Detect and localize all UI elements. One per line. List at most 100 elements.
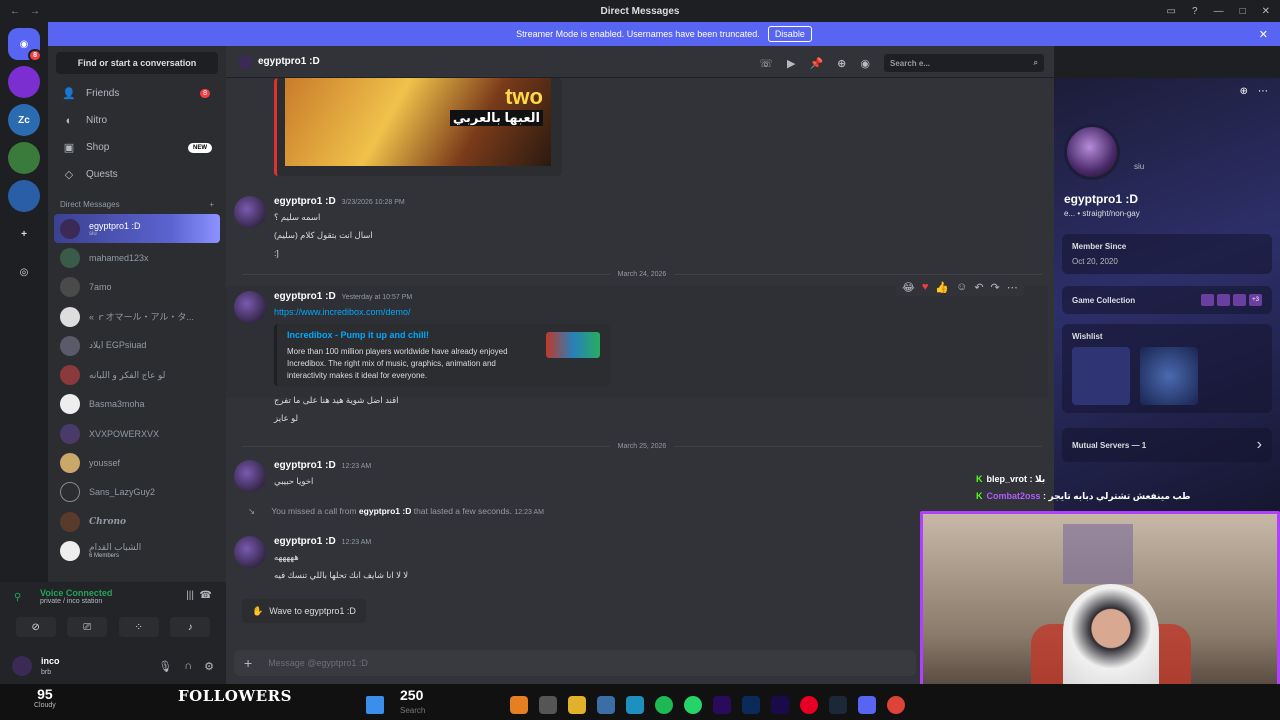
find-conversation-button[interactable]: Find or start a conversation [56, 52, 218, 74]
message-text: :] [274, 248, 279, 258]
mutual-servers-row[interactable]: Mutual Servers — 1 › [1062, 428, 1272, 462]
nav-nitro[interactable]: ◐ Nitro [48, 107, 226, 134]
discord-icon[interactable] [858, 696, 876, 714]
attach-icon[interactable]: + [244, 655, 252, 671]
premiere-icon[interactable] [713, 696, 731, 714]
dm-item[interactable]: ايلاد EGPsiuad [48, 331, 226, 360]
voice-call-icon[interactable]: ☏ [759, 57, 773, 70]
gear-icon[interactable]: ⚙ [204, 660, 214, 673]
embed-thumbnail[interactable] [546, 332, 600, 358]
edge-icon[interactable] [626, 696, 644, 714]
after-effects-icon[interactable] [771, 696, 789, 714]
dm-item[interactable]: egyptpro1 :D siu [54, 214, 220, 244]
soundboard-icon[interactable]: ♪ [170, 617, 211, 637]
add-server-button[interactable]: + [8, 218, 40, 250]
member-since-card: Member Since Oct 20, 2020 [1062, 234, 1272, 274]
message-input[interactable]: + Message @egyptpro1 :D [234, 650, 916, 676]
disable-streamer-mode-button[interactable]: Disable [767, 26, 812, 42]
activities-icon[interactable]: ⁘ [118, 617, 159, 637]
dm-item[interactable]: لو عاج الفكر و اللبانه [48, 360, 226, 389]
dm-name: الشباب القدام [89, 542, 142, 553]
steam-icon[interactable] [829, 696, 847, 714]
author-name[interactable]: egyptpro1 :D [274, 536, 336, 547]
camera-off-icon[interactable]: ⊘ [15, 617, 56, 637]
dm-item[interactable]: Chrono [48, 507, 226, 536]
member-since-label: Member Since [1072, 242, 1127, 251]
dm-header: Direct Messages + [48, 194, 226, 214]
taskbar-search[interactable]: Search [400, 706, 425, 715]
server-icon[interactable] [8, 142, 40, 174]
file-icon[interactable] [539, 696, 557, 714]
author-name[interactable]: egyptpro1 :D [274, 291, 336, 302]
video-call-icon[interactable]: ▶ [787, 57, 795, 70]
close-icon[interactable]: ✕ [1259, 28, 1268, 41]
dm-item[interactable]: Basma3moha [48, 390, 226, 419]
pin-icon[interactable]: 📌 [809, 57, 823, 70]
wishlist-item[interactable] [1072, 347, 1130, 405]
inbox-icon[interactable]: ▭ [1167, 6, 1176, 17]
dm-item[interactable]: XVXPOWERXVX [48, 419, 226, 448]
game-icon[interactable] [1217, 294, 1230, 306]
photoshop-icon[interactable] [742, 696, 760, 714]
server-icon[interactable] [8, 180, 40, 212]
nav-shop[interactable]: ▣ Shop NEW [48, 134, 226, 161]
app-icon[interactable] [510, 696, 528, 714]
spotify-icon[interactable] [655, 696, 673, 714]
windows-start-icon[interactable] [366, 696, 384, 714]
dm-item[interactable]: الشباب القدام 6 Members [48, 536, 226, 565]
avatar [238, 54, 252, 69]
avatar[interactable] [234, 291, 266, 323]
home-button[interactable]: ◉ 8 [8, 28, 42, 62]
avatar[interactable] [12, 656, 32, 676]
voice-panel: ⚲ Voice Connected private / inco station… [0, 582, 226, 648]
disconnect-icon[interactable]: ☎ [200, 590, 212, 601]
game-collection-card[interactable]: Game Collection +3 [1062, 286, 1272, 314]
noise-suppression-icon[interactable]: ||| [186, 590, 194, 601]
avatar[interactable] [234, 196, 266, 228]
add-dm-icon[interactable]: + [209, 200, 214, 209]
pinterest-icon[interactable] [800, 696, 818, 714]
wave-button[interactable]: ✋ Wave to egyptpro1 :D [242, 599, 366, 623]
author-name[interactable]: egyptpro1 :D [274, 460, 336, 471]
add-friend-icon[interactable]: ⊕ [1240, 86, 1248, 97]
game-image[interactable]: two العبها بالعربي [285, 78, 551, 166]
avatar[interactable] [234, 536, 266, 568]
dm-item[interactable]: « ｒオマール・アル・タ... [48, 302, 226, 331]
profile-avatar[interactable] [1064, 124, 1120, 180]
message: egyptpro1 :D 12:23 AM هههههه لا لا انا شا… [234, 536, 1034, 581]
add-friends-icon[interactable]: ⊕ [837, 57, 846, 70]
call-caller[interactable]: egyptpro1 :D [359, 506, 411, 516]
more-icon[interactable]: ⋯ [1258, 86, 1268, 97]
game-icon[interactable] [1201, 294, 1214, 306]
weather-widget[interactable]: 95 Cloudy [34, 686, 56, 709]
app-icon[interactable] [597, 696, 615, 714]
dm-item[interactable]: mahamed123x [48, 243, 226, 272]
nav-quests[interactable]: ◇ Quests [48, 161, 226, 188]
search-placeholder: Search e... [890, 58, 931, 68]
avatar[interactable] [234, 460, 266, 492]
profile-toggle-icon[interactable]: ◉ [860, 57, 870, 70]
wishlist-item[interactable] [1140, 347, 1198, 405]
mic-icon[interactable]: 🎙 [158, 660, 172, 673]
maximize-button[interactable]: □ [1240, 6, 1246, 17]
dm-item[interactable]: 7amo [48, 273, 226, 302]
nav-friends[interactable]: 👤 Friends 8 [48, 80, 226, 107]
image-embed[interactable]: two العبها بالعربي [274, 78, 562, 176]
minimize-button[interactable]: — [1214, 6, 1224, 17]
message-link[interactable]: https://www.incredibox.com/demo/ [274, 307, 411, 317]
headset-icon[interactable]: ∩ [184, 660, 192, 673]
search-input[interactable]: Search e... ⌕ [884, 54, 1044, 72]
help-icon[interactable]: ? [1192, 6, 1198, 17]
whatsapp-icon[interactable] [684, 696, 702, 714]
server-icon[interactable]: Zc [8, 104, 40, 136]
screen-share-icon[interactable]: ⎚ [67, 617, 108, 637]
close-window-button[interactable]: ✕ [1262, 6, 1270, 17]
server-icon[interactable] [8, 66, 40, 98]
dm-item[interactable]: youssef [48, 448, 226, 477]
folder-icon[interactable] [568, 696, 586, 714]
dm-item[interactable]: Sans_LazyGuy2 [48, 478, 226, 507]
author-name[interactable]: egyptpro1 :D [274, 196, 336, 207]
discover-icon[interactable]: ◎ [8, 256, 40, 288]
chrome-icon[interactable] [887, 696, 905, 714]
game-icon[interactable] [1233, 294, 1246, 306]
